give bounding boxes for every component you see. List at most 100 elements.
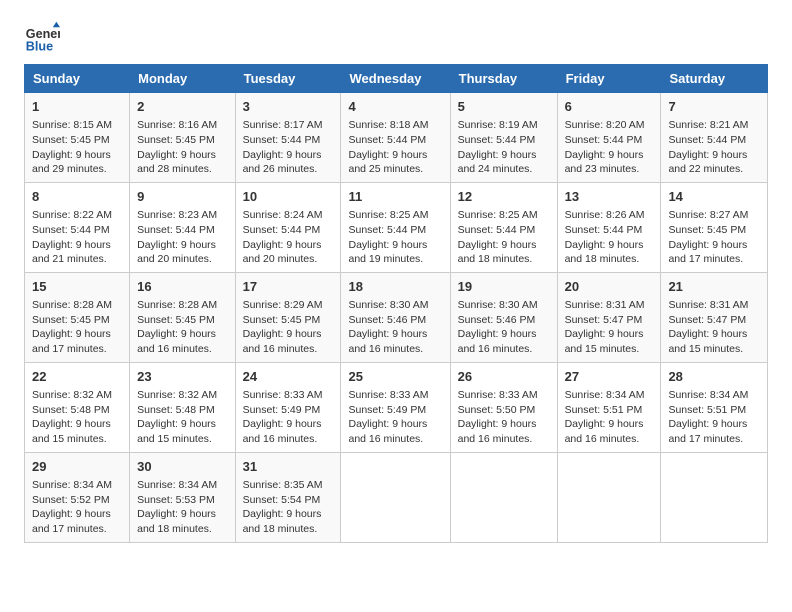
day-info: Sunrise: 8:34 AMSunset: 5:52 PMDaylight:…: [32, 478, 122, 537]
day-number: 5: [458, 98, 550, 116]
day-number: 22: [32, 368, 122, 386]
day-number: 25: [348, 368, 442, 386]
calendar-cell: 31 Sunrise: 8:35 AMSunset: 5:54 PMDayligh…: [235, 452, 341, 542]
day-number: 6: [565, 98, 654, 116]
calendar-cell: 19 Sunrise: 8:30 AMSunset: 5:46 PMDayligh…: [450, 272, 557, 362]
calendar-cell: 29 Sunrise: 8:34 AMSunset: 5:52 PMDayligh…: [25, 452, 130, 542]
svg-text:Blue: Blue: [26, 40, 53, 54]
weekday-header-tuesday: Tuesday: [235, 65, 341, 93]
calendar-cell: [341, 452, 450, 542]
calendar-cell: 6Sunrise: 8:20 AMSunset: 5:44 PMDaylight…: [557, 93, 661, 183]
day-number: 19: [458, 278, 550, 296]
day-info: Sunrise: 8:26 AMSunset: 5:44 PMDaylight:…: [565, 208, 654, 267]
day-info: Sunrise: 8:25 AMSunset: 5:44 PMDaylight:…: [348, 208, 442, 267]
day-number: 14: [668, 188, 760, 206]
calendar-week-row: 8 Sunrise: 8:22 AMSunset: 5:44 PMDaylight…: [25, 182, 768, 272]
calendar-cell: 8 Sunrise: 8:22 AMSunset: 5:44 PMDaylight…: [25, 182, 130, 272]
calendar-cell: 20Sunrise: 8:31 AMSunset: 5:47 PMDayligh…: [557, 272, 661, 362]
calendar-cell: [450, 452, 557, 542]
day-number: 4: [348, 98, 442, 116]
day-info: Sunrise: 8:34 AMSunset: 5:53 PMDaylight:…: [137, 478, 227, 537]
day-number: 13: [565, 188, 654, 206]
weekday-header-monday: Monday: [130, 65, 235, 93]
calendar-cell: 21 Sunrise: 8:31 AMSunset: 5:47 PMDayligh…: [661, 272, 768, 362]
calendar-cell: 25 Sunrise: 8:33 AMSunset: 5:49 PMDayligh…: [341, 362, 450, 452]
calendar-cell: 3 Sunrise: 8:17 AMSunset: 5:44 PMDaylight…: [235, 93, 341, 183]
calendar-cell: 9 Sunrise: 8:23 AMSunset: 5:44 PMDaylight…: [130, 182, 235, 272]
calendar-cell: 26 Sunrise: 8:33 AMSunset: 5:50 PMDayligh…: [450, 362, 557, 452]
day-number: 2: [137, 98, 227, 116]
day-number: 24: [243, 368, 334, 386]
day-info: Sunrise: 8:21 AMSunset: 5:44 PMDaylight:…: [668, 118, 760, 177]
calendar-cell: 13 Sunrise: 8:26 AMSunset: 5:44 PMDayligh…: [557, 182, 661, 272]
day-info: Sunrise: 8:32 AMSunset: 5:48 PMDaylight:…: [32, 388, 122, 447]
day-number: 10: [243, 188, 334, 206]
calendar-cell: 28 Sunrise: 8:34 AMSunset: 5:51 PMDayligh…: [661, 362, 768, 452]
calendar-cell: 30 Sunrise: 8:34 AMSunset: 5:53 PMDayligh…: [130, 452, 235, 542]
day-number: 17: [243, 278, 334, 296]
calendar-cell: 5 Sunrise: 8:19 AMSunset: 5:44 PMDaylight…: [450, 93, 557, 183]
calendar-cell: 27 Sunrise: 8:34 AMSunset: 5:51 PMDayligh…: [557, 362, 661, 452]
calendar-cell: 24 Sunrise: 8:33 AMSunset: 5:49 PMDayligh…: [235, 362, 341, 452]
header: General Blue: [24, 20, 768, 56]
day-info: Sunrise: 8:28 AMSunset: 5:45 PMDaylight:…: [32, 298, 122, 357]
day-number: 21: [668, 278, 760, 296]
calendar-cell: 1 Sunrise: 8:15 AMSunset: 5:45 PMDaylight…: [25, 93, 130, 183]
calendar-cell: 16 Sunrise: 8:28 AMSunset: 5:45 PMDayligh…: [130, 272, 235, 362]
calendar-body: 1 Sunrise: 8:15 AMSunset: 5:45 PMDaylight…: [25, 93, 768, 543]
day-number: 3: [243, 98, 334, 116]
calendar-cell: 11 Sunrise: 8:25 AMSunset: 5:44 PMDayligh…: [341, 182, 450, 272]
day-info: Sunrise: 8:31 AMSunset: 5:47 PMDaylight:…: [668, 298, 760, 357]
day-info: Sunrise: 8:28 AMSunset: 5:45 PMDaylight:…: [137, 298, 227, 357]
calendar-week-row: 1 Sunrise: 8:15 AMSunset: 5:45 PMDaylight…: [25, 93, 768, 183]
day-info: Sunrise: 8:16 AMSunset: 5:45 PMDaylight:…: [137, 118, 227, 177]
day-number: 29: [32, 458, 122, 476]
day-info: Sunrise: 8:27 AMSunset: 5:45 PMDaylight:…: [668, 208, 760, 267]
day-number: 12: [458, 188, 550, 206]
weekday-header-row: SundayMondayTuesdayWednesdayThursdayFrid…: [25, 65, 768, 93]
day-number: 1: [32, 98, 122, 116]
day-number: 16: [137, 278, 227, 296]
calendar-week-row: 22 Sunrise: 8:32 AMSunset: 5:48 PMDayligh…: [25, 362, 768, 452]
day-info: Sunrise: 8:35 AMSunset: 5:54 PMDaylight:…: [243, 478, 334, 537]
day-number: 26: [458, 368, 550, 386]
day-number: 20: [565, 278, 654, 296]
day-number: 31: [243, 458, 334, 476]
calendar-table: SundayMondayTuesdayWednesdayThursdayFrid…: [24, 64, 768, 543]
day-number: 8: [32, 188, 122, 206]
calendar-week-row: 29 Sunrise: 8:34 AMSunset: 5:52 PMDayligh…: [25, 452, 768, 542]
weekday-header-sunday: Sunday: [25, 65, 130, 93]
calendar-cell: 12 Sunrise: 8:25 AMSunset: 5:44 PMDayligh…: [450, 182, 557, 272]
calendar-cell: 2 Sunrise: 8:16 AMSunset: 5:45 PMDaylight…: [130, 93, 235, 183]
day-info: Sunrise: 8:25 AMSunset: 5:44 PMDaylight:…: [458, 208, 550, 267]
day-info: Sunrise: 8:18 AMSunset: 5:44 PMDaylight:…: [348, 118, 442, 177]
day-info: Sunrise: 8:17 AMSunset: 5:44 PMDaylight:…: [243, 118, 334, 177]
weekday-header-thursday: Thursday: [450, 65, 557, 93]
day-info: Sunrise: 8:33 AMSunset: 5:49 PMDaylight:…: [348, 388, 442, 447]
day-info: Sunrise: 8:30 AMSunset: 5:46 PMDaylight:…: [458, 298, 550, 357]
logo: General Blue: [24, 20, 60, 56]
day-number: 11: [348, 188, 442, 206]
calendar-cell: 4 Sunrise: 8:18 AMSunset: 5:44 PMDaylight…: [341, 93, 450, 183]
day-info: Sunrise: 8:22 AMSunset: 5:44 PMDaylight:…: [32, 208, 122, 267]
day-number: 30: [137, 458, 227, 476]
logo-icon: General Blue: [24, 20, 60, 56]
calendar-cell: [557, 452, 661, 542]
calendar-header: SundayMondayTuesdayWednesdayThursdayFrid…: [25, 65, 768, 93]
day-info: Sunrise: 8:34 AMSunset: 5:51 PMDaylight:…: [565, 388, 654, 447]
day-info: Sunrise: 8:32 AMSunset: 5:48 PMDaylight:…: [137, 388, 227, 447]
day-info: Sunrise: 8:15 AMSunset: 5:45 PMDaylight:…: [32, 118, 122, 177]
calendar-cell: 17Sunrise: 8:29 AMSunset: 5:45 PMDayligh…: [235, 272, 341, 362]
day-number: 15: [32, 278, 122, 296]
weekday-header-saturday: Saturday: [661, 65, 768, 93]
day-number: 27: [565, 368, 654, 386]
day-info: Sunrise: 8:33 AMSunset: 5:50 PMDaylight:…: [458, 388, 550, 447]
day-number: 9: [137, 188, 227, 206]
day-info: Sunrise: 8:34 AMSunset: 5:51 PMDaylight:…: [668, 388, 760, 447]
day-number: 23: [137, 368, 227, 386]
day-info: Sunrise: 8:33 AMSunset: 5:49 PMDaylight:…: [243, 388, 334, 447]
day-info: Sunrise: 8:19 AMSunset: 5:44 PMDaylight:…: [458, 118, 550, 177]
day-number: 28: [668, 368, 760, 386]
day-info: Sunrise: 8:23 AMSunset: 5:44 PMDaylight:…: [137, 208, 227, 267]
weekday-header-wednesday: Wednesday: [341, 65, 450, 93]
